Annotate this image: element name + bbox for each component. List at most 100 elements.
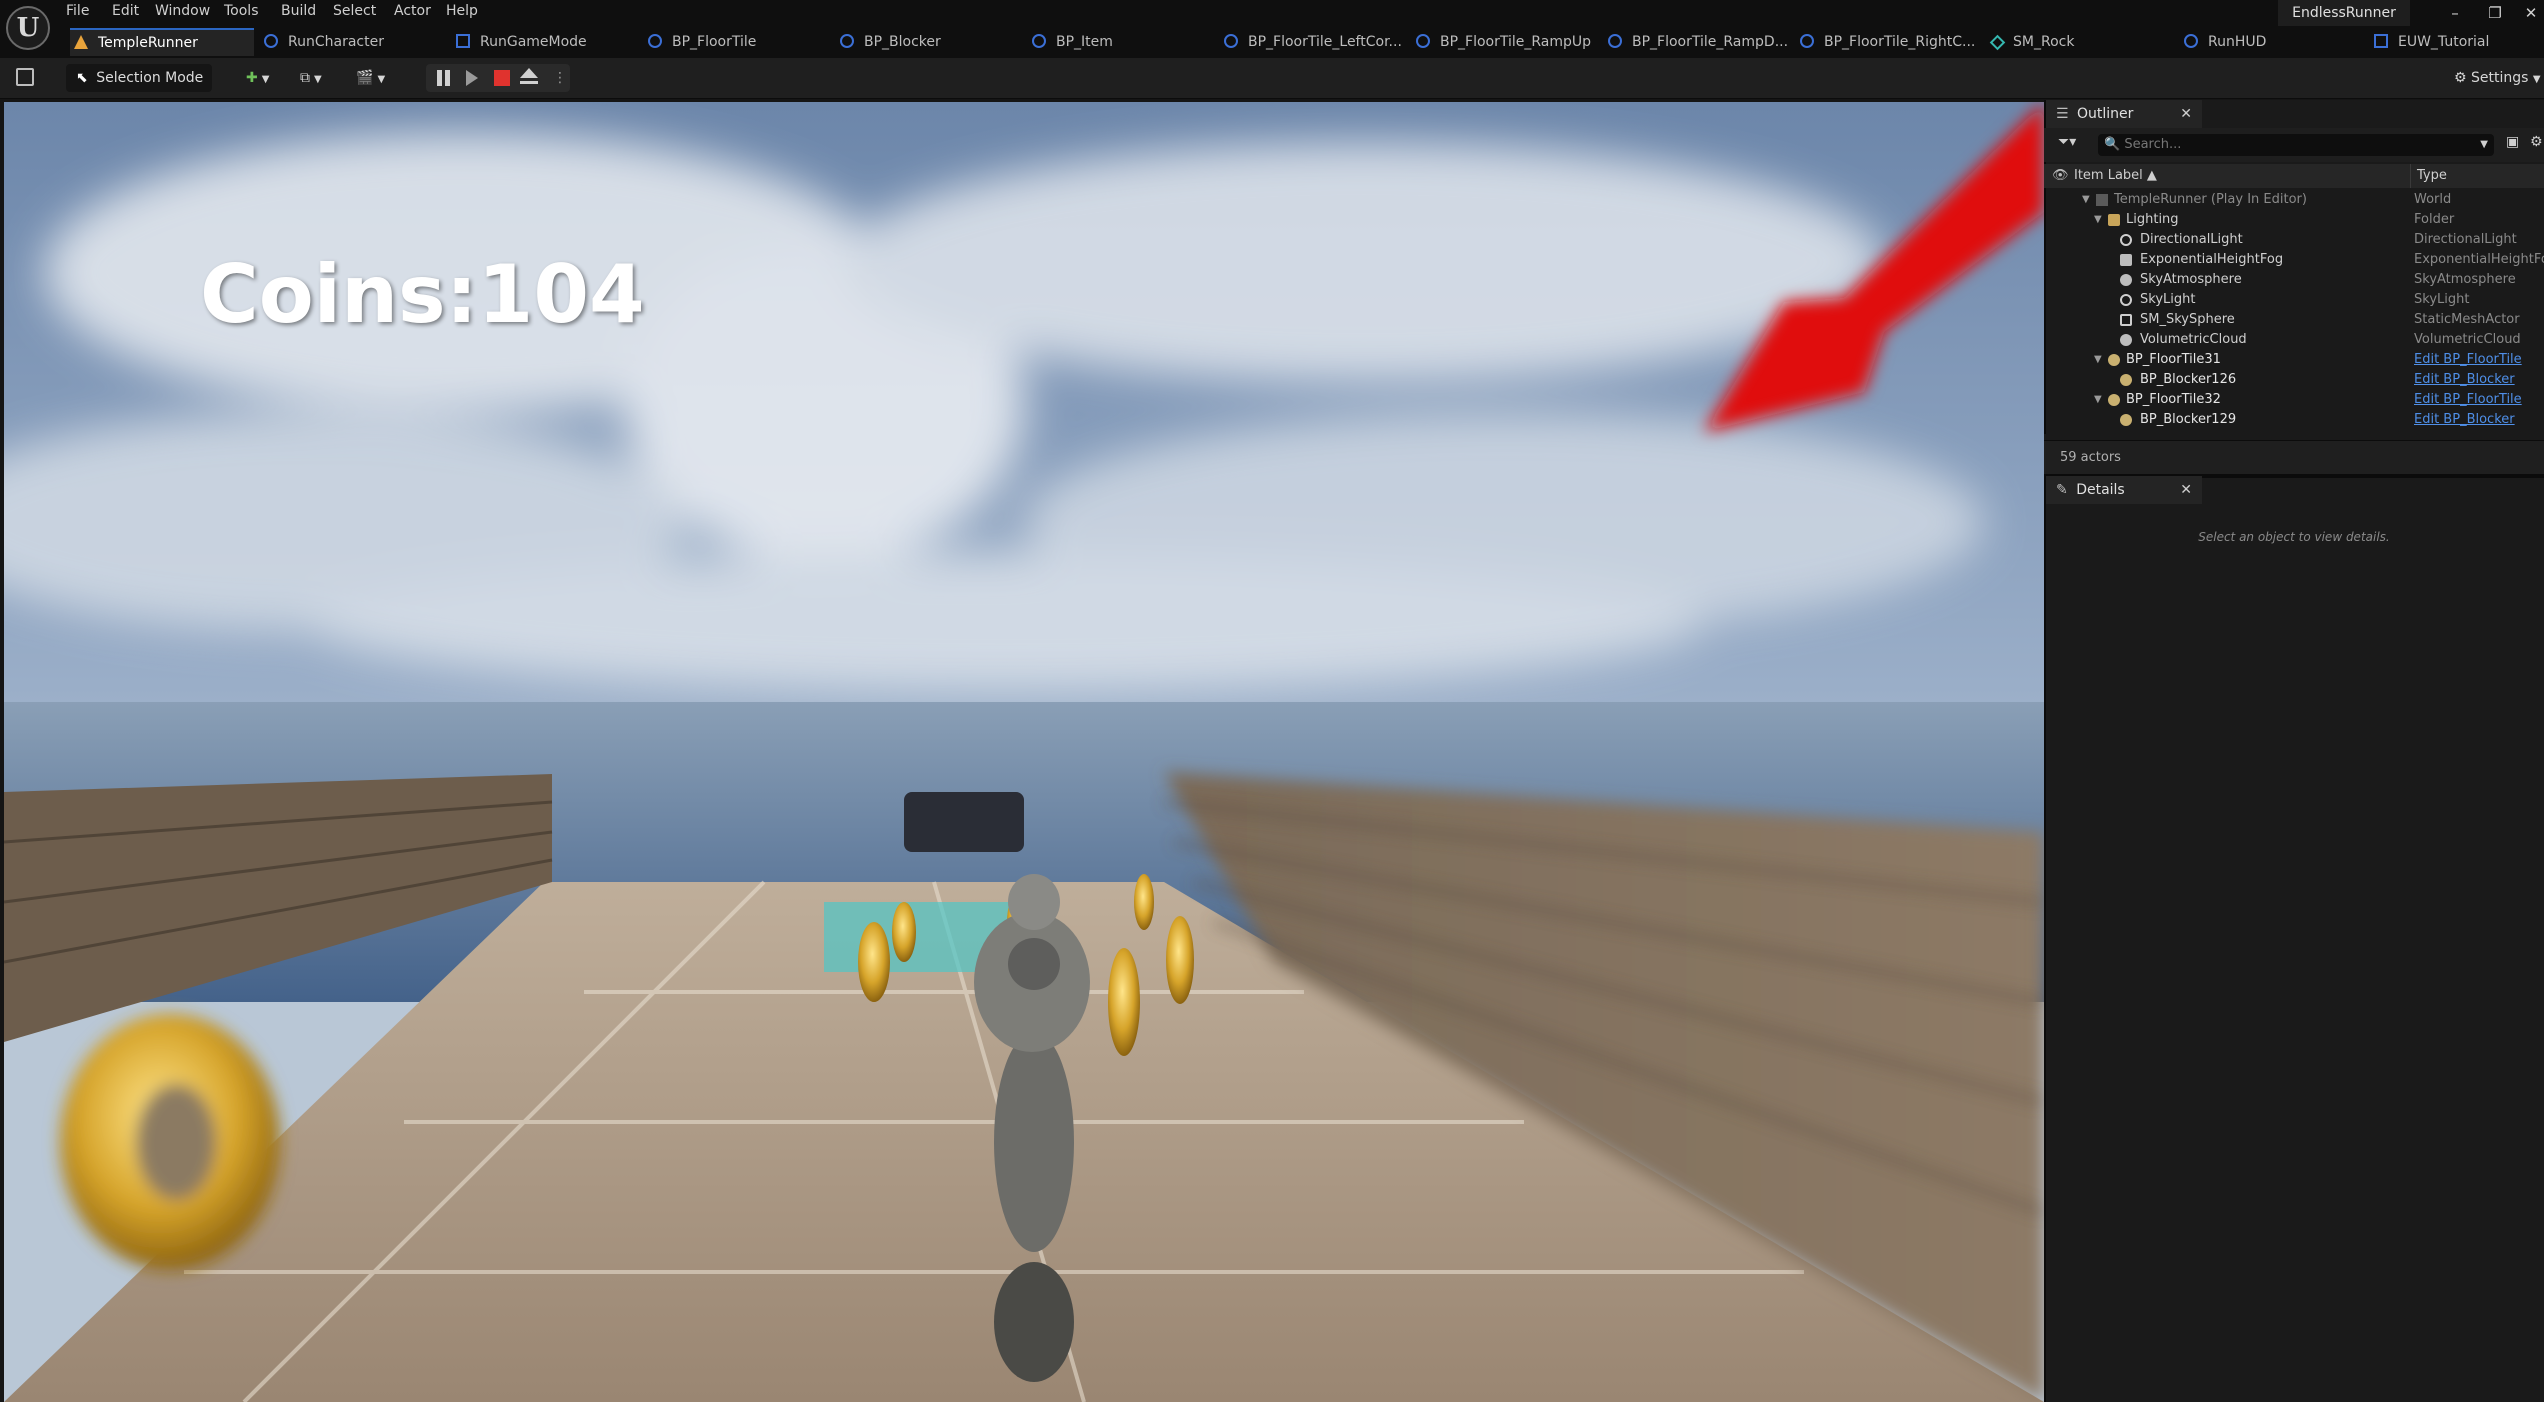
chevron-down-icon: ▼	[261, 74, 270, 85]
tab-label: TempleRunner	[98, 35, 198, 51]
blueprint-icon	[648, 34, 662, 48]
tab-bp-floortile-leftcorner[interactable]: BP_FloorTile_LeftCor...	[1224, 28, 1402, 56]
widget-icon	[2374, 34, 2388, 48]
tab-label: RunGameMode	[480, 34, 587, 50]
eject-icon[interactable]	[520, 68, 538, 78]
outliner-row-sm-skysphere[interactable]: SM_SkySphere StaticMeshActor	[2044, 310, 2544, 330]
settings-button[interactable]: ⚙ Settings ▼	[2454, 66, 2541, 90]
unreal-logo-icon[interactable]: U	[6, 6, 50, 50]
eye-icon[interactable]: 👁	[2052, 164, 2069, 188]
folder-icon	[2108, 214, 2120, 226]
more-options-icon[interactable]: ⋮	[553, 66, 567, 90]
blueprint-icon	[840, 34, 854, 48]
tab-sm-rock[interactable]: SM_Rock	[1989, 28, 2074, 56]
column-type[interactable]: Type	[2410, 164, 2447, 188]
row-label: TempleRunner (Play In Editor)	[2114, 192, 2307, 207]
tab-runhud[interactable]: RunHUD	[2184, 28, 2266, 56]
menu-build[interactable]: Build	[281, 0, 316, 22]
close-icon[interactable]: ✕	[2180, 476, 2192, 504]
save-icon[interactable]	[16, 68, 34, 86]
row-type: SkyAtmosphere	[2414, 272, 2516, 287]
edit-blueprint-link[interactable]: Edit BP_FloorTile	[2414, 350, 2522, 370]
edit-blueprint-link[interactable]: Edit BP_Blocker	[2414, 410, 2515, 430]
sky-atmosphere-icon	[2120, 274, 2132, 286]
tab-bp-floortile[interactable]: BP_FloorTile	[648, 28, 756, 56]
menu-select[interactable]: Select	[333, 0, 376, 22]
fog-icon	[2120, 254, 2132, 266]
tab-bp-floortile-rampup[interactable]: BP_FloorTile_RampUp	[1416, 28, 1591, 56]
tab-label: BP_FloorTile_RampUp	[1440, 34, 1592, 50]
restore-icon[interactable]: ❐	[2480, 2, 2510, 24]
stop-icon[interactable]	[494, 70, 510, 86]
add-folder-icon[interactable]: ▣	[2506, 134, 2519, 150]
outliner-row-skyatmosphere[interactable]: SkyAtmosphere SkyAtmosphere	[2044, 270, 2544, 290]
blueprint-icon	[1224, 34, 1238, 48]
tab-rungamemode[interactable]: RunGameMode	[456, 28, 587, 56]
minimize-icon[interactable]: –	[2440, 2, 2470, 24]
pencil-icon: ✎	[2056, 482, 2068, 498]
tab-runcharacter[interactable]: RunCharacter	[264, 28, 384, 56]
outliner-row-world[interactable]: ▼ TempleRunner (Play In Editor) World	[2044, 190, 2544, 210]
outliner-row-volumetriccloud[interactable]: VolumetricCloud VolumetricCloud	[2044, 330, 2544, 350]
blueprint-actor-icon	[2120, 414, 2132, 426]
chevron-down-icon: ▼	[2094, 354, 2102, 365]
step-frame-icon[interactable]	[466, 70, 478, 86]
sky-light-icon	[2120, 294, 2132, 306]
menu-edit[interactable]: Edit	[112, 0, 139, 22]
outliner-row-bp-blocker126[interactable]: BP_Blocker126 Edit BP_Blocker	[2044, 370, 2544, 390]
tab-label: EUW_Tutorial	[2398, 34, 2490, 50]
blueprint-menu-button[interactable]: ⧉ ▼	[300, 66, 322, 90]
chevron-down-icon: ▼	[2094, 214, 2102, 225]
outliner-row-directionallight[interactable]: DirectionalLight DirectionalLight	[2044, 230, 2544, 250]
tab-bp-floortile-rightcorner[interactable]: BP_FloorTile_RightC...	[1800, 28, 1975, 56]
row-label: ExponentialHeightFog	[2140, 252, 2284, 267]
menu-tools[interactable]: Tools	[224, 0, 259, 22]
tab-label: BP_Item	[1056, 34, 1113, 50]
outliner-row-bp-floortile31[interactable]: ▼ BP_FloorTile31 Edit BP_FloorTile	[2044, 350, 2544, 370]
column-item-label[interactable]: Item Label ▲	[2074, 164, 2157, 188]
eject-icon-bar	[520, 81, 538, 84]
details-tab-label: Details	[2076, 482, 2125, 498]
add-actor-button[interactable]: ✚ ▼	[246, 66, 269, 90]
gear-icon[interactable]: ⚙	[2530, 134, 2543, 150]
tab-euw-tutorial[interactable]: EUW_Tutorial	[2374, 28, 2489, 56]
pause-icon[interactable]	[437, 70, 442, 86]
blueprint-graph-icon: ⧉	[300, 70, 310, 86]
outliner-header: 👁 Item Label ▲ Type	[2044, 164, 2544, 188]
outliner-row-bp-blocker129[interactable]: BP_Blocker129 Edit BP_Blocker	[2044, 410, 2544, 430]
settings-label: Settings	[2471, 70, 2529, 86]
tab-bp-floortile-rampdown[interactable]: BP_FloorTile_RampD...	[1608, 28, 1788, 56]
menu-file[interactable]: File	[66, 0, 89, 22]
tab-label: BP_FloorTile_RightC...	[1824, 34, 1976, 50]
close-icon[interactable]: ✕	[2180, 100, 2192, 128]
row-type: DirectionalLight	[2414, 232, 2517, 247]
cinematics-button[interactable]: 🎬 ▼	[356, 66, 385, 90]
row-label: BP_Blocker126	[2140, 372, 2237, 387]
selection-mode-dropdown[interactable]: ⬉ Selection Mode ▼	[66, 64, 212, 113]
project-name: EndlessRunner	[2278, 0, 2410, 26]
outliner-row-lighting[interactable]: ▼ Lighting Folder	[2044, 210, 2544, 230]
cursor-icon: ⬉	[76, 70, 88, 86]
edit-blueprint-link[interactable]: Edit BP_Blocker	[2414, 370, 2515, 390]
selection-mode-label: Selection Mode	[96, 70, 204, 86]
edit-blueprint-link[interactable]: Edit BP_FloorTile	[2414, 390, 2522, 410]
pause-icon-bar	[445, 70, 450, 86]
menu-window[interactable]: Window	[155, 0, 210, 22]
tab-label: RunHUD	[2208, 34, 2267, 50]
world-icon	[2096, 194, 2108, 206]
filter-icon[interactable]: ⏷▾	[2058, 134, 2076, 150]
menu-actor[interactable]: Actor	[394, 0, 431, 22]
outliner-row-bp-floortile32[interactable]: ▼ BP_FloorTile32 Edit BP_FloorTile	[2044, 390, 2544, 410]
tab-templerunner[interactable]: TempleRunner	[70, 28, 254, 56]
actor-count: 59 actors	[2060, 450, 2121, 465]
tab-details[interactable]: ✎ Details ✕	[2046, 476, 2202, 504]
tab-bp-item[interactable]: BP_Item	[1032, 28, 1113, 56]
outliner-search-input[interactable]: 🔍 Search... ▼	[2098, 134, 2494, 156]
menu-help[interactable]: Help	[446, 0, 478, 22]
close-window-icon[interactable]: ✕	[2516, 2, 2544, 24]
tab-bp-blocker[interactable]: BP_Blocker	[840, 28, 941, 56]
outliner-row-skylight[interactable]: SkyLight SkyLight	[2044, 290, 2544, 310]
outliner-row-exponentialheightfog[interactable]: ExponentialHeightFog ExponentialHeightFo…	[2044, 250, 2544, 270]
add-actor-icon: ✚	[246, 70, 258, 86]
tab-outliner[interactable]: ☰ Outliner ✕	[2046, 100, 2202, 128]
